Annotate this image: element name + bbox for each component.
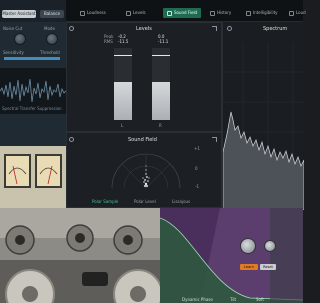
scale-mid: 0 [195, 166, 198, 171]
learn-button[interactable]: Learn [240, 264, 258, 270]
right-channel-label: R [159, 123, 162, 128]
tool-loudness[interactable]: Loudness [80, 8, 106, 18]
eq-plugin: Learn Reset Dynamic Phase Tilt Soft [159, 208, 304, 303]
noise-cut-knob[interactable] [14, 33, 26, 45]
scale-bottom: -1 [195, 184, 199, 189]
eq-curve-graphic [159, 208, 304, 303]
left-channel-label: L [121, 123, 124, 128]
polar-sample-display [111, 153, 181, 189]
eq-knob-main[interactable] [240, 238, 256, 254]
noise-cut-label: Noise Cut [3, 26, 23, 31]
loudness-icon [80, 10, 85, 16]
sound-field-power-icon[interactable] [69, 137, 74, 142]
eq-knob-secondary[interactable] [264, 240, 276, 252]
levels-panel [66, 22, 222, 132]
left-peak-hold [114, 55, 132, 56]
dynamic-phase-label: Dynamic Phase [182, 297, 213, 302]
left-rms-value: -11.5 [118, 39, 129, 44]
tool-intelligibility[interactable]: Intelligibility [246, 8, 278, 18]
spectrum-power-icon[interactable] [227, 26, 232, 31]
spectrum-graph [223, 42, 304, 210]
tool-history[interactable]: History [210, 8, 231, 18]
mode-label: Mode [44, 26, 55, 31]
loud-icon [289, 10, 294, 16]
mode-polar-sample[interactable]: Polar Sample [92, 199, 118, 204]
right-level-fill [152, 82, 170, 120]
tab-master-assistant[interactable]: Master Assistant [2, 10, 36, 18]
levels-icon [126, 10, 131, 16]
sound-field-title: Sound Field [128, 137, 157, 143]
waveform-caption: Spectral Transfer Suppression [2, 106, 62, 111]
threshold-label: Threshold [40, 50, 60, 55]
history-icon [210, 10, 215, 16]
tab-balance[interactable]: Balance [40, 10, 64, 18]
tool-loud[interactable]: Loud [289, 8, 306, 18]
scale-top: +1 [194, 146, 200, 151]
sensitivity-label: Sensitivity [3, 50, 24, 55]
mode-lissajous[interactable]: Lissajous [172, 199, 190, 204]
spectrum-title: Spectrum [263, 26, 288, 32]
right-rms-value: -11.1 [158, 39, 169, 44]
levels-title: Levels [136, 26, 152, 32]
tape-machine-graphic [0, 208, 163, 303]
tape-machine-plugin [0, 208, 163, 303]
tool-levels[interactable]: Levels [126, 8, 146, 18]
vu-meter-left [4, 154, 31, 188]
sound-field-expand-icon[interactable] [212, 137, 217, 142]
levels-power-icon[interactable] [69, 26, 74, 31]
levels-rms-label: RMS [104, 39, 113, 44]
vu-meter-right [35, 154, 62, 188]
reset-button[interactable]: Reset [260, 264, 276, 270]
tilt-label: Tilt [230, 297, 237, 302]
waveform-display: Spectral Transfer Suppression [0, 68, 67, 114]
right-peak-hold [152, 55, 170, 56]
left-level-fill [114, 82, 132, 120]
intelligibility-icon [246, 10, 251, 16]
mode-knob[interactable] [46, 33, 58, 45]
sound-field-icon [167, 10, 172, 16]
sensitivity-slider[interactable] [4, 57, 60, 60]
levels-expand-icon[interactable] [212, 26, 217, 31]
spectrum-panel: Spectrum [222, 22, 304, 210]
tool-sound-field[interactable]: Sound Field [163, 8, 202, 18]
mode-polar-level[interactable]: Polar Level [134, 199, 156, 204]
soft-label: Soft [256, 297, 264, 302]
